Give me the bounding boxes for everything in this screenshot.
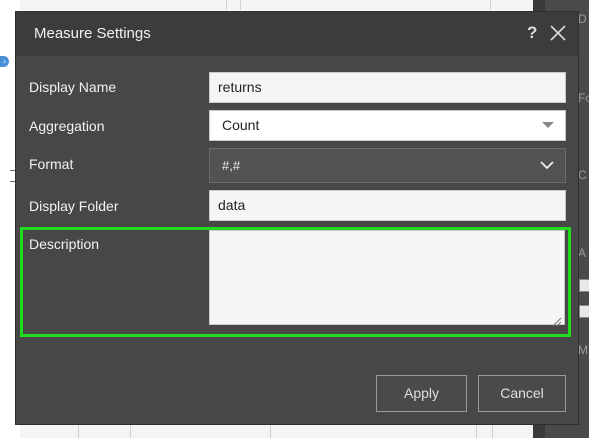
measure-settings-dialog: Measure Settings ? Display Name returns …: [15, 11, 579, 425]
chevron-down-icon: [539, 149, 555, 194]
format-value: #,#: [222, 158, 241, 173]
background-grid-bottom: [20, 425, 535, 438]
background-grid-top: [20, 0, 545, 10]
aggregation-label: Aggregation: [29, 118, 105, 134]
right-panel-letter: M: [578, 343, 588, 357]
background-checkbox[interactable]: [579, 279, 589, 292]
resize-grip-icon[interactable]: [552, 312, 562, 327]
aggregation-dropdown[interactable]: Count: [209, 110, 566, 141]
description-label: Description: [29, 236, 100, 252]
right-panel-letter: D: [578, 12, 587, 26]
right-panel-letter: Fo: [578, 91, 589, 105]
format-dropdown[interactable]: #,#: [209, 148, 566, 183]
right-panel-letter: A: [578, 246, 587, 260]
cancel-button[interactable]: Cancel: [478, 375, 566, 412]
apply-button[interactable]: Apply: [376, 375, 467, 412]
format-label: Format: [29, 156, 74, 172]
dialog-header: Measure Settings ?: [16, 12, 578, 56]
caret-down-icon: [541, 111, 555, 150]
display-name-label: Display Name: [29, 79, 117, 95]
dialog-title: Measure Settings: [34, 25, 151, 42]
display-name-value: returns: [218, 79, 262, 95]
background-checkbox[interactable]: [579, 305, 589, 318]
display-folder-input[interactable]: data: [209, 190, 566, 221]
close-icon[interactable]: [549, 24, 567, 42]
help-icon[interactable]: ?: [527, 23, 537, 43]
display-folder-label: Display Folder: [29, 198, 119, 214]
aggregation-value: Count: [222, 117, 260, 133]
display-name-input[interactable]: returns: [209, 72, 566, 103]
display-folder-value: data: [218, 197, 246, 213]
right-panel-letter: C: [578, 168, 587, 182]
description-textarea[interactable]: [209, 230, 565, 327]
